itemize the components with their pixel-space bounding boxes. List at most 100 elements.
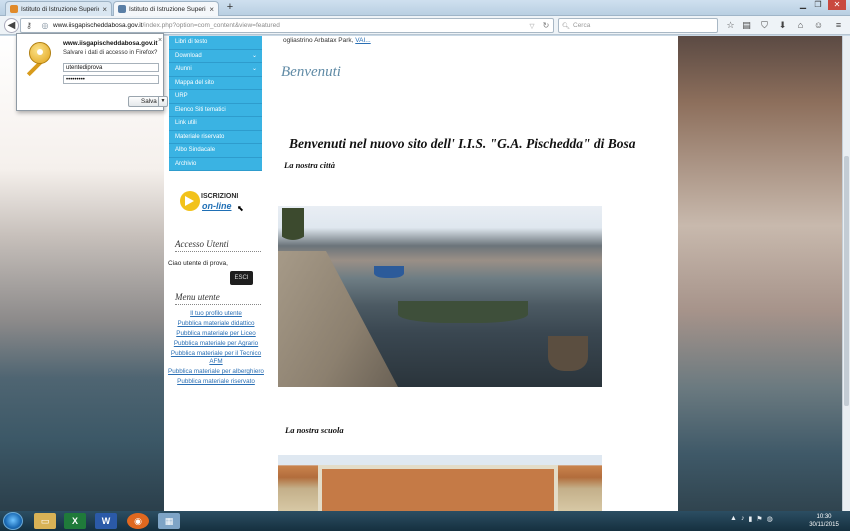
vertical-scrollbar[interactable] [842,36,850,511]
background-photo-right [678,36,850,511]
user-menu: Il tuo profilo utente Pubblica materiale… [166,310,266,388]
flag-icon[interactable]: ⚑ [756,515,762,523]
menu-label: Alunni [175,66,192,72]
user-menu-link-didattico[interactable]: Pubblica materiale didattico [166,320,266,328]
menu-label: Materiale riservato [175,133,225,140]
app-window-icon[interactable]: ▦ [158,513,180,529]
site-identity-icon[interactable]: ◎ [37,21,53,30]
user-menu-heading: Menu utente [175,292,261,305]
section-title: Benvenuti [281,64,341,80]
main-content: ogliastrino Arbatax Park, VAI... Benvenu… [278,36,678,511]
popup-question: Salvare i dati di accesso in Firefox? [63,50,158,56]
menu-item-libri[interactable]: Libri di testo [169,36,262,50]
menu-item-archivio[interactable]: Archivio [169,157,262,171]
browser-tab-1[interactable]: Istituto di Istruzione Superiore ... × [5,1,112,16]
user-menu-link-profilo[interactable]: Il tuo profilo utente [166,310,266,318]
menu-icon[interactable]: ≡ [832,19,845,32]
close-icon[interactable]: × [158,37,162,44]
system-clock[interactable]: 10:30 30/11/2015 [804,513,844,529]
key-icon[interactable]: ⚷ [21,21,37,30]
menu-item-albo-sindacale[interactable]: Albo Sindacale [169,144,262,158]
search-box[interactable]: 🔍︎ Cerca [558,18,718,33]
page-headline: Benvenuti nel nuovo sito dell' I.I.S. "G… [289,136,636,151]
browser-tab-2[interactable]: Istituto di Istruzione Superiore "... × [113,1,219,16]
mouse-cursor-icon: ⬉ [237,204,244,213]
username-field[interactable]: utentediprova [63,63,159,72]
building-facade [318,465,558,511]
user-menu-link-liceo[interactable]: Pubblica materiale per Liceo [166,330,266,338]
menu-label: Link utili [175,120,197,126]
system-tray: ▲ ♪ ▮ ⚑ ◍ [730,515,773,523]
excel-icon[interactable]: X [64,513,86,529]
menu-item-download[interactable]: Download ⌄ [169,49,262,63]
tab-title: Istituto di Istruzione Superiore "... [129,5,206,13]
minimize-icon[interactable]: ▁ [796,0,810,10]
firefox-icon[interactable]: ◉ [127,513,149,529]
user-menu-link-riservato[interactable]: Pubblica materiale riservato [166,378,266,386]
menu-label: Archivio [175,160,197,167]
back-button[interactable]: ◀ [4,18,19,33]
menu-item-materiale-riservato[interactable]: Materiale riservato [169,130,262,144]
read-more-link[interactable]: VAI... [355,37,370,44]
volume-icon[interactable]: ♪ [741,515,745,523]
menu-label: Download [175,52,202,59]
bosa-harbour-photo [278,206,602,387]
url-bar[interactable]: ⚷ ◎ www.iisgapischeddabosa.gov.it /index… [20,18,554,33]
iscrizioni-online-banner[interactable]: ISCRIZIONI on-line [180,188,244,216]
reload-icon[interactable]: ↻ [539,21,553,30]
tray-expand-icon[interactable]: ▲ [730,515,737,523]
snippet-text: ogliastrino Arbatax Park, [283,37,354,44]
school-building-photo [278,455,602,511]
save-password-button[interactable]: Salva ▼ [128,96,168,107]
article-snippet: ogliastrino Arbatax Park, VAI... [283,37,371,44]
subtitle-city: La nostra città [284,160,336,170]
update-icon[interactable]: ◍ [767,515,773,523]
boat [548,336,588,371]
chevron-down-icon[interactable]: ▼ [158,97,167,106]
scrollbar-thumb[interactable] [844,156,849,406]
pocket-icon[interactable]: ⛉ [758,19,771,32]
key-icon [21,40,55,77]
bookmarks-list-icon[interactable]: ▤ [740,19,753,32]
close-tab-icon[interactable]: × [209,5,214,14]
menu-item-siti-tematici[interactable]: Elenco Siti tematici [169,103,262,117]
url-dropdown-icon[interactable]: ▽ [525,22,539,30]
user-menu-link-tecnico-afm[interactable]: Pubblica materiale per il Tecnico AFM [166,350,266,366]
windows-taskbar: ▭ X W ◉ ▦ ▲ ♪ ▮ ⚑ ◍ 10:30 30/11/2015 [0,511,850,531]
logout-button[interactable]: ESCI [230,271,253,285]
menu-item-link-utili[interactable]: Link utili [169,117,262,131]
search-placeholder: Cerca [573,22,591,29]
menu-label: Elenco Siti tematici [175,106,226,113]
user-menu-link-agrario[interactable]: Pubblica materiale per Agrario [166,340,266,348]
word-icon[interactable]: W [95,513,117,529]
boat [374,266,404,278]
url-domain: www.iisgapischeddabosa.gov.it [53,22,143,29]
save-password-popup: www.iisgapischeddabosa.gov.it Salvare i … [16,33,168,111]
page-favicon-icon [118,5,126,13]
url-path: /index.php?option=com_content&view=featu… [142,22,280,29]
menu-item-mappa[interactable]: Mappa del sito [169,76,262,90]
network-icon[interactable]: ▮ [748,515,752,523]
file-explorer-icon[interactable]: ▭ [34,513,56,529]
tab-title: Istituto di Istruzione Superiore ... [21,5,99,13]
banner-line1: ISCRIZIONI [201,193,239,200]
password-field[interactable]: ••••••••• [63,75,159,84]
close-tab-icon[interactable]: × [102,5,107,14]
user-menu-link-alberghiero[interactable]: Pubblica materiale per alberghiero [166,368,266,376]
menu-item-urp[interactable]: URP [169,90,262,104]
tab-bar: Istituto di Istruzione Superiore ... × I… [0,0,850,16]
menu-item-alunni[interactable]: Alunni ⌄ [169,63,262,77]
menu-label: Albo Sindacale [175,147,216,153]
search-icon: 🔍︎ [561,22,571,30]
close-window-icon[interactable]: ✕ [828,0,846,10]
site-favicon-icon [10,5,18,13]
maximize-icon[interactable]: ❐ [811,0,825,10]
bookmark-star-icon[interactable]: ☆ [724,19,737,32]
start-button[interactable] [3,512,23,530]
banner-line2: on-line [202,201,232,211]
chat-icon[interactable]: ☺ [812,19,825,32]
home-icon[interactable]: ⌂ [794,19,807,32]
new-tab-button[interactable]: + [224,1,236,15]
download-icon[interactable]: ⬇ [776,19,789,32]
menu-label: Libri di testo [175,39,208,45]
